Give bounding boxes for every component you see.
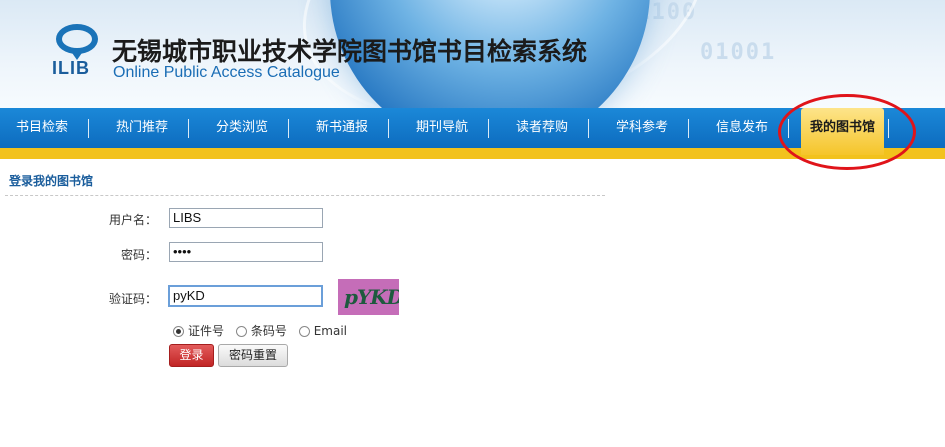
divider (5, 195, 605, 196)
nav-item-new-books[interactable]: 新书通报 (300, 108, 384, 148)
login-button[interactable]: 登录 (169, 344, 214, 367)
username-label: 用户名： (108, 213, 157, 227)
nav-separator (688, 119, 689, 138)
radio-label: 条码号 (250, 324, 287, 338)
radio-label: Email (313, 324, 347, 338)
nav-item-news[interactable]: 信息发布 (700, 108, 784, 148)
nav-item-popular[interactable]: 热门推荐 (100, 108, 184, 148)
nav-separator (188, 119, 189, 138)
nav-item-journals[interactable]: 期刊导航 (400, 108, 484, 148)
binary-decoration: 01001 (700, 40, 777, 65)
ilib-logo: ILIB (50, 24, 106, 80)
radio-barcode[interactable] (235, 326, 247, 337)
nav-separator (388, 119, 389, 138)
site-subtitle: Online Public Access Catalogue (113, 64, 340, 81)
nav-separator (488, 119, 489, 138)
radio-label: 证件号 (188, 324, 225, 338)
captcha-label: 验证码： (108, 292, 157, 306)
section-title: 登录我的图书馆 (9, 174, 94, 188)
captcha-image-text: pYKD (344, 285, 399, 309)
nav-item-subject-ref[interactable]: 学科参考 (600, 108, 684, 148)
nav-item-browse[interactable]: 分类浏览 (200, 108, 284, 148)
page-header: 0101 1100 01001 10101 ILIB 无锡城市职业技术学院图书馆… (0, 0, 945, 108)
radio-id-number[interactable] (173, 326, 184, 337)
nav-item-catalog-search[interactable]: 书目检索 (0, 108, 84, 148)
nav-separator (588, 119, 589, 138)
password-label: 密码： (120, 248, 157, 262)
site-title: 无锡城市职业技术学院图书馆书目检索系统 (112, 37, 588, 66)
nav-item-recommend[interactable]: 读者荐购 (500, 108, 584, 148)
captcha-input[interactable]: pyKD (168, 285, 323, 307)
radio-email[interactable] (298, 326, 310, 337)
nav-separator (288, 119, 289, 138)
password-input[interactable]: •••• (169, 242, 323, 262)
annotation-circle (778, 94, 916, 170)
captcha-image[interactable]: pYKD (338, 279, 399, 315)
reset-password-button[interactable]: 密码重置 (218, 344, 288, 367)
logo-text: ILIB (52, 58, 90, 78)
nav-separator (88, 119, 89, 138)
login-type-radio-group: 证件号 条码号 Email (173, 322, 355, 339)
username-input[interactable]: LIBS (169, 208, 323, 228)
